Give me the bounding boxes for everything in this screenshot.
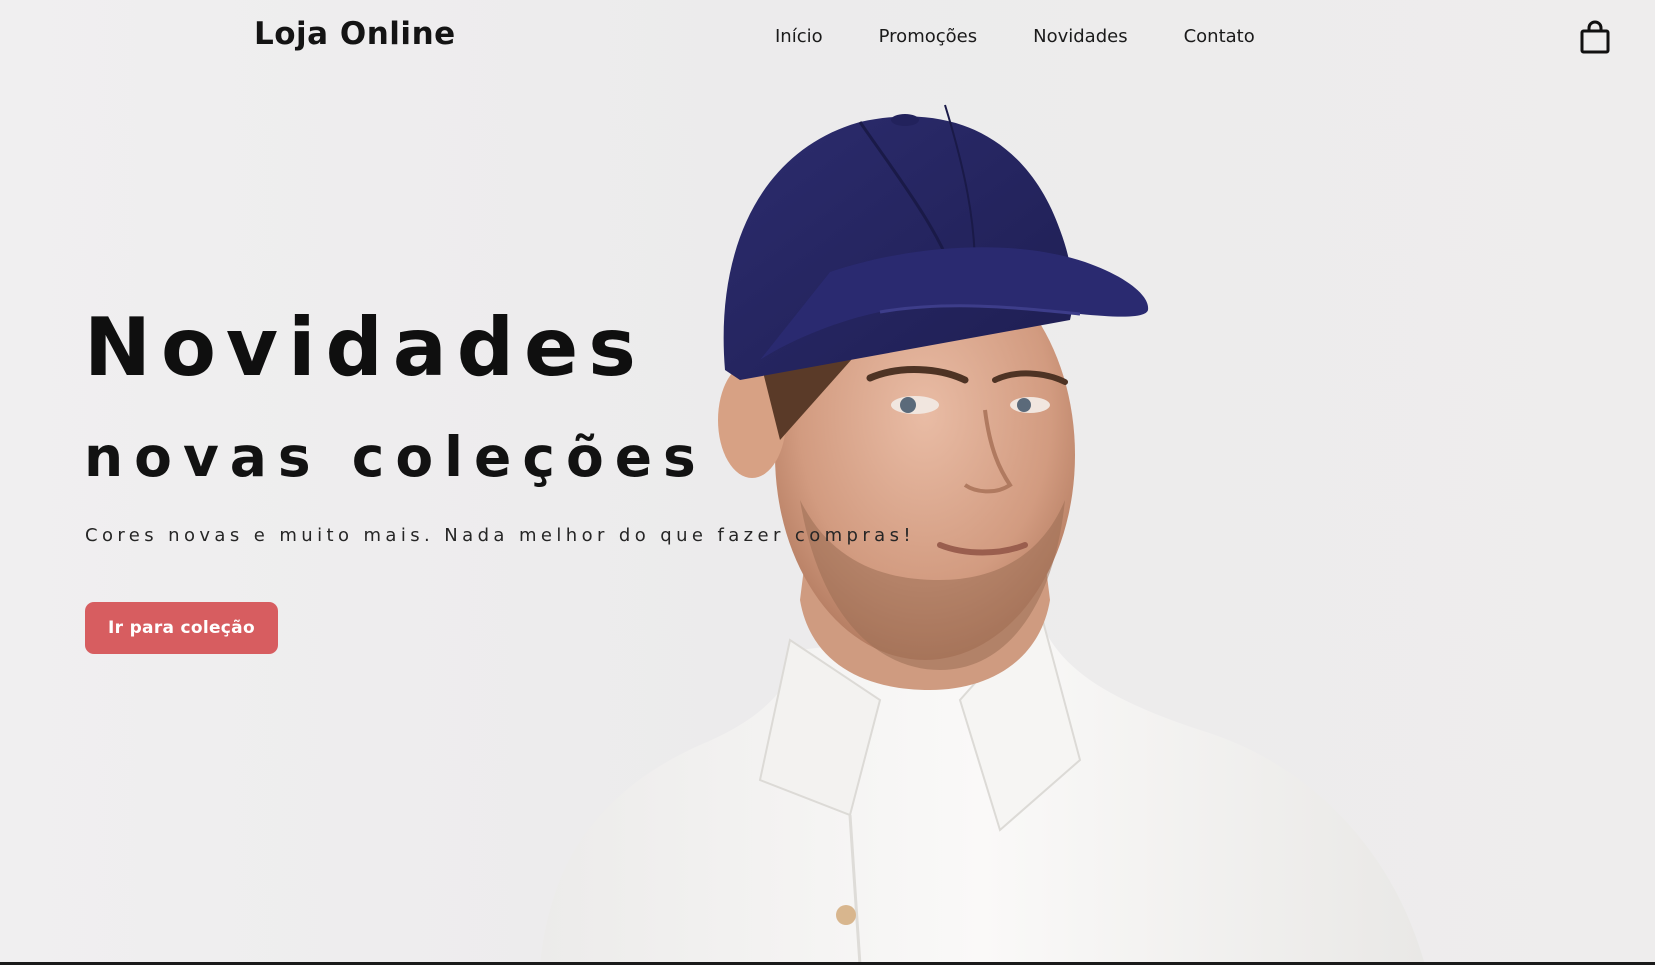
nav-item-promocoes[interactable]: Promoções [879, 26, 977, 47]
hero-description: Cores novas e muito mais. Nada melhor do… [85, 525, 916, 546]
brand-logo[interactable]: Loja Online [254, 16, 456, 52]
hero-subtitle: novas coleções [84, 425, 707, 489]
hero-title: Novidades [84, 301, 646, 394]
cart-button[interactable] [1580, 20, 1610, 54]
nav-item-inicio[interactable]: Início [775, 26, 823, 47]
landing-page: Loja Online Início Promoções Novidades C… [0, 0, 1655, 965]
nav-item-novidades[interactable]: Novidades [1033, 26, 1127, 47]
shopping-bag-icon [1580, 20, 1610, 54]
main-nav: Início Promoções Novidades Contato [775, 26, 1255, 47]
nav-item-contato[interactable]: Contato [1184, 26, 1255, 47]
go-to-collection-button[interactable]: Ir para coleção [85, 602, 278, 654]
